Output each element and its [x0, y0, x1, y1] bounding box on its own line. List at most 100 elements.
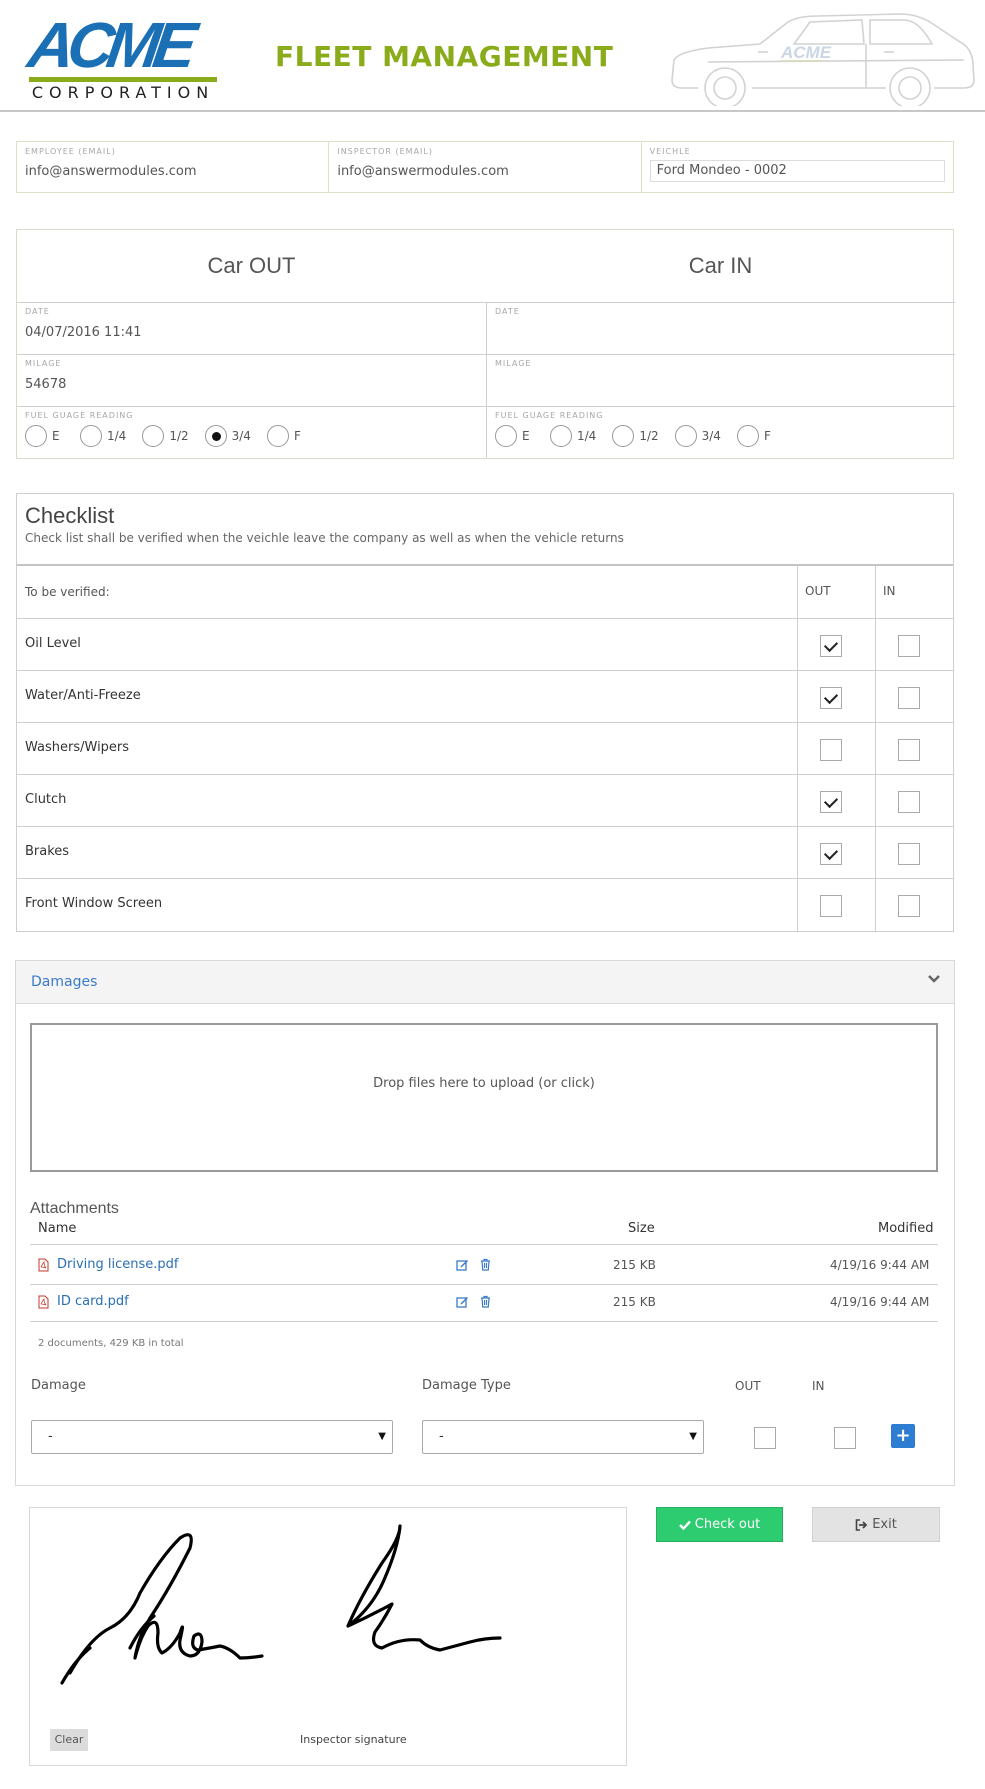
in-fuel-label: FUEL GUAGE READING — [495, 411, 604, 420]
vehicle-input[interactable]: Ford Mondeo - 0002 — [649, 160, 945, 182]
vehicle-field[interactable]: VEICHLE Ford Mondeo - 0002 — [642, 142, 953, 192]
employee-value[interactable]: info@answermodules.com — [25, 163, 320, 181]
checklist-out-checkbox[interactable] — [820, 895, 842, 917]
attachment-link[interactable]: ID card.pdf — [57, 1293, 129, 1311]
checklist-out-checkbox[interactable] — [820, 635, 842, 657]
out-fuel-radio[interactable] — [142, 425, 165, 447]
in-fuel-option-label: 3/4 — [701, 429, 721, 443]
in-fuel-radio[interactable] — [550, 425, 572, 447]
in-milage-label: MILAGE — [495, 359, 532, 368]
clear-signature-button[interactable]: Clear — [50, 1729, 88, 1751]
checklist-row: Clutch — [17, 775, 953, 827]
out-milage-field[interactable]: MILAGE 54678 — [17, 355, 486, 406]
checklist-row: Oil Level — [17, 619, 953, 671]
attachment-modified: 4/19/16 9:44 AM — [830, 1295, 930, 1309]
attachment-modified: 4/19/16 9:44 AM — [830, 1258, 930, 1272]
out-fuel-radio[interactable] — [80, 425, 102, 447]
in-fuel-option-label: F — [763, 429, 771, 443]
checklist-row: Front Window Screen — [17, 879, 953, 931]
damage-select-value: - — [48, 1429, 53, 1444]
inspector-value[interactable]: info@answermodules.com — [337, 163, 632, 181]
checklist-in-checkbox[interactable] — [898, 843, 920, 865]
signature-drawing — [60, 1524, 502, 1685]
col-separator — [875, 619, 876, 670]
out-fuel-radio[interactable] — [204, 425, 227, 447]
milage-row: MILAGE 54678 MILAGE — [17, 354, 955, 406]
attachment-link[interactable]: Driving license.pdf — [57, 1256, 179, 1274]
in-fuel-radio[interactable] — [674, 425, 697, 447]
in-milage-field[interactable]: MILAGE — [486, 355, 955, 406]
edit-icon[interactable] — [456, 1295, 469, 1308]
exit-button[interactable]: Exit — [812, 1507, 940, 1542]
in-fuel-option-label: 1/4 — [577, 429, 597, 443]
damage-out-checkbox[interactable] — [754, 1427, 776, 1449]
checklist-in-checkbox[interactable] — [898, 739, 920, 761]
checklist-in-checkbox[interactable] — [898, 635, 920, 657]
checklist-out-checkbox[interactable] — [820, 843, 842, 865]
in-date-field[interactable]: DATE — [486, 303, 955, 354]
out-milage-label: MILAGE — [25, 359, 62, 368]
checklist-in-checkbox[interactable] — [898, 687, 920, 709]
car-out-in-panel: Car OUT Car IN DATE 04/07/2016 11:41 DAT… — [16, 229, 955, 459]
damage-out-label: OUT — [735, 1379, 761, 1393]
checklist-column-headers: To be verified: OUT IN — [17, 566, 953, 619]
damage-select[interactable]: - ▼ — [31, 1420, 393, 1454]
checklist-in-checkbox[interactable] — [898, 895, 920, 917]
fuel-row: FUEL GUAGE READING E 1/4 1/2 3/4 F FUEL GUAG… — [17, 406, 955, 458]
out-fuel-radio[interactable] — [25, 425, 47, 447]
chevron-down-icon[interactable] — [928, 973, 940, 985]
inspector-field[interactable]: INSPECTOR (EMAIL) info@answermodules.com — [329, 142, 642, 192]
damages-panel: Damages Drop files here to upload (or cl… — [15, 960, 955, 1486]
out-milage-value[interactable]: 54678 — [25, 376, 478, 394]
out-date-value[interactable]: 04/07/2016 11:41 — [25, 324, 478, 342]
in-fuel-option-label: E — [522, 429, 530, 443]
in-fuel-radio[interactable] — [736, 425, 759, 447]
checklist-subtitle: Check list shall be verified when the ve… — [25, 531, 624, 545]
checklist-item-label: Oil Level — [25, 636, 81, 651]
inspection-info-row: EMPLOYEE (EMAIL) info@answermodules.com … — [16, 141, 954, 193]
checklist-item-label: Front Window Screen — [25, 896, 163, 911]
col-in-header: IN — [883, 584, 896, 598]
car-in-title: Car IN — [688, 253, 753, 278]
damages-title[interactable]: Damages — [31, 973, 97, 991]
out-fuel-radio[interactable] — [266, 425, 289, 447]
dropdown-arrow-icon: ▼ — [689, 1431, 697, 1442]
logo-green-bar — [29, 77, 217, 82]
attachments-title: Attachments — [30, 1200, 119, 1217]
checklist-out-checkbox[interactable] — [820, 739, 842, 761]
checklist-title: Checklist — [25, 503, 115, 528]
col-item-header: To be verified: — [25, 585, 110, 599]
logo-corporation-text: CORPORATION — [31, 83, 215, 102]
inspector-label: INSPECTOR (EMAIL) — [337, 147, 433, 156]
col-separator — [797, 619, 798, 670]
checklist-out-checkbox[interactable] — [820, 687, 842, 709]
file-dropzone[interactable]: Drop files here to upload (or click) — [30, 1023, 938, 1172]
add-damage-button[interactable]: + — [891, 1424, 915, 1448]
in-fuel-radio[interactable] — [612, 425, 635, 447]
trash-icon[interactable] — [479, 1295, 492, 1308]
damage-type-select[interactable]: - ▼ — [422, 1420, 704, 1454]
col-separator — [875, 723, 876, 774]
signature-pad[interactable]: Clear Inspector signature — [29, 1507, 627, 1766]
damages-header[interactable]: Damages — [16, 961, 954, 1004]
damage-in-checkbox[interactable] — [834, 1427, 856, 1449]
check-out-button[interactable]: Check out — [656, 1507, 783, 1542]
col-size-header[interactable]: Size — [628, 1220, 655, 1238]
out-date-label: DATE — [25, 307, 50, 316]
checklist-panel: Checklist Check list shall be verified w… — [16, 493, 954, 932]
checklist-out-checkbox[interactable] — [820, 791, 842, 813]
col-name-header[interactable]: Name — [38, 1220, 76, 1238]
car-illustration-icon: ACME — [671, 13, 975, 106]
exit-label: Exit — [872, 1517, 897, 1532]
vehicle-label: VEICHLE — [649, 147, 691, 156]
in-fuel-radio[interactable] — [495, 425, 517, 447]
checklist-item-label: Clutch — [25, 792, 67, 807]
edit-icon[interactable] — [456, 1258, 469, 1271]
col-modified-header[interactable]: Modified — [878, 1220, 933, 1238]
out-date-field[interactable]: DATE 04/07/2016 11:41 — [17, 303, 486, 354]
in-fuel-radio-group: E 1/4 1/2 3/4 F — [495, 425, 947, 447]
trash-icon[interactable] — [479, 1258, 492, 1271]
employee-field[interactable]: EMPLOYEE (EMAIL) info@answermodules.com — [17, 142, 330, 192]
checklist-in-checkbox[interactable] — [898, 791, 920, 813]
checklist-row: Brakes — [17, 827, 953, 879]
